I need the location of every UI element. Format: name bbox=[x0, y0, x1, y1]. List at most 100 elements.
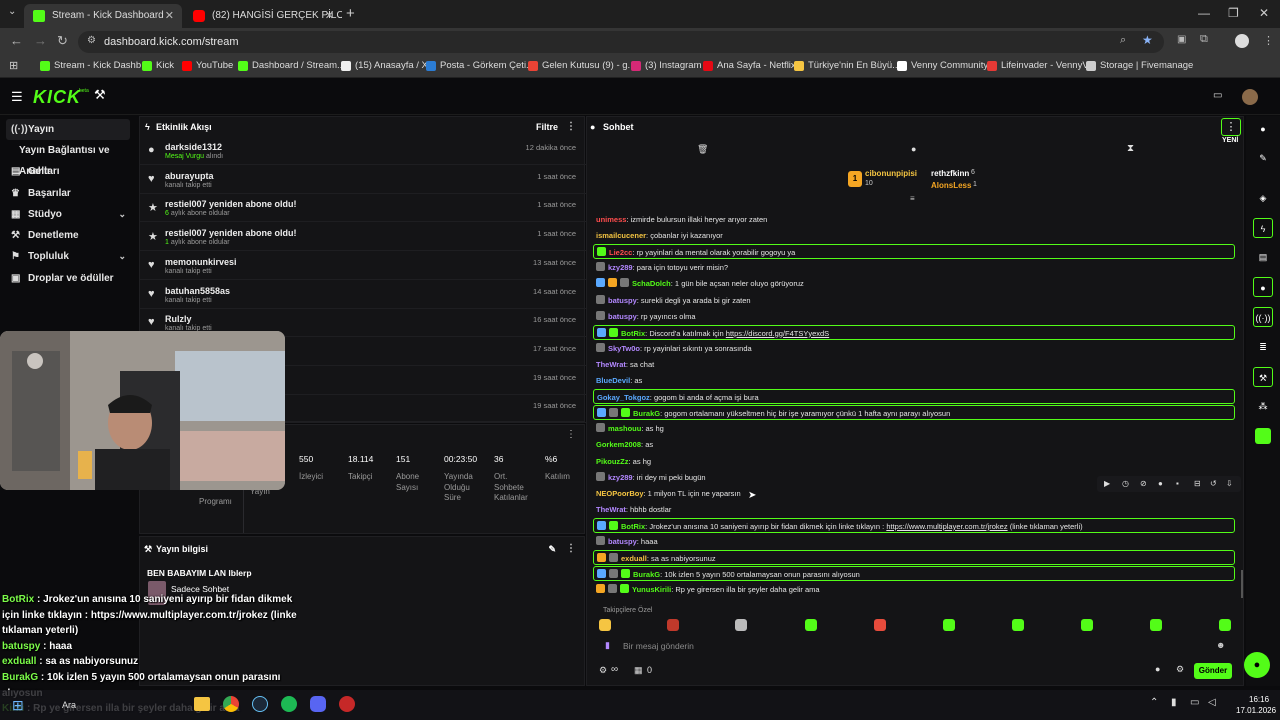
document-icon[interactable]: ▤ bbox=[1253, 247, 1273, 267]
trash-icon[interactable]: ▪ bbox=[1176, 476, 1179, 492]
emote-icon[interactable] bbox=[1012, 619, 1024, 631]
zoom-icon[interactable]: ⌕ bbox=[1120, 34, 1126, 47]
chat-username[interactable]: kzy289 bbox=[608, 473, 633, 482]
tray-chevron-icon[interactable]: ⌃ bbox=[1150, 697, 1158, 708]
chat-message[interactable]: BurakG: gogom ortalamanı yükseltmen hiç … bbox=[593, 405, 1235, 421]
wrench-icon[interactable]: ⚒ bbox=[1253, 367, 1273, 387]
chat-message[interactable]: BotRix: Discord'a katılmak için https://… bbox=[593, 324, 1235, 340]
chat-message[interactable]: batuspy: surekli degli ya arada bi gir z… bbox=[593, 293, 1235, 308]
apps-grid-icon[interactable]: ⊞ bbox=[9, 59, 18, 72]
extension-icon[interactable]: ▣ bbox=[1177, 34, 1186, 45]
chat-username[interactable]: BurakG bbox=[633, 409, 660, 418]
chat-username[interactable]: ismailcucener bbox=[596, 231, 646, 240]
chat-message[interactable]: YunusKirili: Rp ye girersen illa bir şey… bbox=[593, 582, 1235, 597]
back-icon[interactable]: ← bbox=[10, 33, 23, 48]
mute-icon[interactable]: ⊘ bbox=[1140, 476, 1147, 492]
chat-username[interactable]: Lie2cc bbox=[609, 248, 632, 257]
chat-username[interactable]: BurakG bbox=[633, 570, 660, 579]
layers-icon[interactable]: ≣ bbox=[1253, 337, 1273, 357]
activity-item[interactable]: ♥ batuhan5858as kanalı takip etti 14 saat ö… bbox=[140, 281, 586, 309]
activity-item[interactable]: ★ restiel007 yeniden abone oldu! 1 aylık a… bbox=[140, 223, 586, 252]
emote-icon[interactable] bbox=[1150, 619, 1162, 631]
pin-icon[interactable]: ⇩ bbox=[1226, 476, 1233, 492]
emote-icon[interactable] bbox=[735, 619, 747, 631]
extensions-puzzle-icon[interactable]: ⧉ bbox=[1200, 33, 1208, 46]
file-explorer-icon[interactable] bbox=[194, 697, 210, 711]
user-avatar[interactable] bbox=[1242, 89, 1258, 105]
clock-date[interactable]: 17.01.2026 bbox=[1236, 706, 1276, 715]
chat-message[interactable]: SkyTw0o: rp yayinlari sıkıntı ya sonrası… bbox=[593, 341, 1235, 356]
display-icon[interactable]: ▭ bbox=[1190, 697, 1199, 708]
bookmark-item[interactable]: YouTube bbox=[182, 60, 233, 71]
sidebar-item-basarilar[interactable]: ♛ Başarılar bbox=[6, 183, 130, 204]
chat-message[interactable]: BurakG: 10k izlen 5 yayın 500 ortalamays… bbox=[593, 566, 1235, 582]
more-options-icon[interactable]: ⋮ bbox=[566, 117, 576, 137]
browser-menu-icon[interactable]: ⋮ bbox=[1263, 34, 1274, 47]
emote-icon[interactable] bbox=[667, 619, 679, 631]
chat-username[interactable]: PikouzZz bbox=[596, 457, 629, 466]
chat-message[interactable]: Gorkem2008: as bbox=[593, 437, 1235, 452]
connection-icon[interactable]: ⚙ bbox=[599, 665, 607, 676]
edit-icon[interactable]: ✎ bbox=[1253, 148, 1273, 168]
windows-start-icon[interactable]: ⊞ bbox=[12, 697, 24, 714]
floating-action-button[interactable]: ● bbox=[1244, 652, 1270, 678]
chat-username[interactable]: batuspy bbox=[608, 537, 637, 546]
sidebar-item-droplar[interactable]: ▣ Droplar ve ödüller bbox=[6, 268, 130, 289]
chat-link[interactable]: https://discord.gg/F4TSYyexdS bbox=[726, 329, 829, 338]
chat-username[interactable]: TheWrat bbox=[596, 505, 626, 514]
omnibox[interactable] bbox=[78, 31, 1164, 53]
chat-message[interactable]: BotRix: Jrokez'un anısına 10 saniyeni ay… bbox=[593, 517, 1235, 533]
chat-username[interactable]: batuspy bbox=[608, 296, 637, 305]
chat-input[interactable]: Bir mesaj gönderin bbox=[623, 641, 694, 651]
chat-username[interactable]: exduall bbox=[621, 554, 647, 563]
more-options-icon[interactable]: ⋮ bbox=[566, 429, 576, 440]
play-icon[interactable]: ▶ bbox=[1104, 476, 1110, 492]
close-tab-icon[interactable]: ✕ bbox=[165, 4, 174, 28]
chat-message[interactable]: SchaDolch: 1 gün bile açsan neler oluyo … bbox=[593, 276, 1235, 291]
camera-icon[interactable]: ▭ bbox=[1213, 90, 1222, 101]
chat-message[interactable]: ismailcucener: çobanlar iyi kazanıyor bbox=[593, 228, 1235, 243]
reload-icon[interactable]: ↻ bbox=[57, 33, 68, 49]
bookmark-item[interactable]: Kick bbox=[142, 60, 174, 71]
chat-username[interactable]: mashouu bbox=[608, 424, 641, 433]
leaderboard-name[interactable]: cibonunpipisi bbox=[865, 169, 917, 178]
app-tile-icon[interactable] bbox=[1255, 428, 1271, 444]
url-text[interactable]: dashboard.kick.com/stream bbox=[104, 36, 239, 48]
chat-message[interactable]: PikouzZz: as hg bbox=[593, 454, 1235, 469]
close-tab-icon[interactable]: ✕ bbox=[325, 4, 334, 28]
chat-rules-icon[interactable]: ● bbox=[1155, 664, 1160, 674]
send-button[interactable]: Gönder bbox=[1194, 663, 1232, 679]
capture-icon[interactable]: ◈ bbox=[1253, 188, 1273, 208]
chat-menu-button[interactable]: ⋮ bbox=[1221, 118, 1241, 136]
forward-icon[interactable]: → bbox=[34, 33, 47, 48]
sidebar-item-studyo[interactable]: ▦ Stüdyo ⌄ bbox=[6, 204, 130, 225]
spotify-icon[interactable] bbox=[281, 696, 297, 712]
chat-icon[interactable]: ● bbox=[1253, 277, 1273, 297]
chat-username[interactable]: YunusKirili bbox=[632, 585, 671, 594]
tab-kick-dashboard[interactable]: Stream - Kick Dashboard ✕ bbox=[24, 4, 182, 28]
chat-icon[interactable]: ● bbox=[1158, 476, 1163, 492]
chat-message[interactable]: batuspy: rp yayıncıs olma bbox=[593, 309, 1235, 324]
emote-icon[interactable] bbox=[943, 619, 955, 631]
hourglass-icon[interactable]: ⧗ bbox=[1127, 143, 1134, 154]
emote-icon[interactable] bbox=[599, 619, 611, 631]
activity-item[interactable]: ♥ memonunkirvesi kanalı takip etti 13 saat … bbox=[140, 252, 586, 280]
clock-icon[interactable]: ◷ bbox=[1122, 476, 1129, 492]
nodes-icon[interactable]: ⁂ bbox=[1253, 396, 1273, 416]
stream-category[interactable]: Sadece Sohbet bbox=[171, 584, 229, 594]
bookmark-item[interactable]: Gelen Kutusu (9) - g... bbox=[528, 60, 635, 71]
leaderboard-name[interactable]: rethzfkinn bbox=[931, 169, 969, 178]
chat-username[interactable]: BotRix bbox=[621, 522, 645, 531]
broadcast-icon[interactable]: ((·)) bbox=[1253, 307, 1273, 327]
trash-icon[interactable]: 🗑 bbox=[697, 144, 708, 155]
activity-item[interactable]: ♥ aburayupta kanalı takip etti 1 saat önce bbox=[140, 166, 586, 194]
emote-icon[interactable] bbox=[805, 619, 817, 631]
chat-username[interactable]: unimess bbox=[596, 215, 626, 224]
chat-message[interactable]: batuspy: haaa bbox=[593, 534, 1235, 549]
bookmark-item[interactable]: (15) Anasayfa / X bbox=[341, 60, 428, 71]
chat-username[interactable]: Gorkem2008 bbox=[596, 440, 641, 449]
chat-message[interactable]: kzy289: para için totoyu verir misin? bbox=[593, 260, 1235, 275]
bookmark-item[interactable]: (3) Instagram bbox=[631, 60, 702, 71]
bookmark-item[interactable]: Stream - Kick Dashb... bbox=[40, 60, 149, 71]
bookmark-item[interactable]: Venny Community bbox=[897, 60, 988, 71]
